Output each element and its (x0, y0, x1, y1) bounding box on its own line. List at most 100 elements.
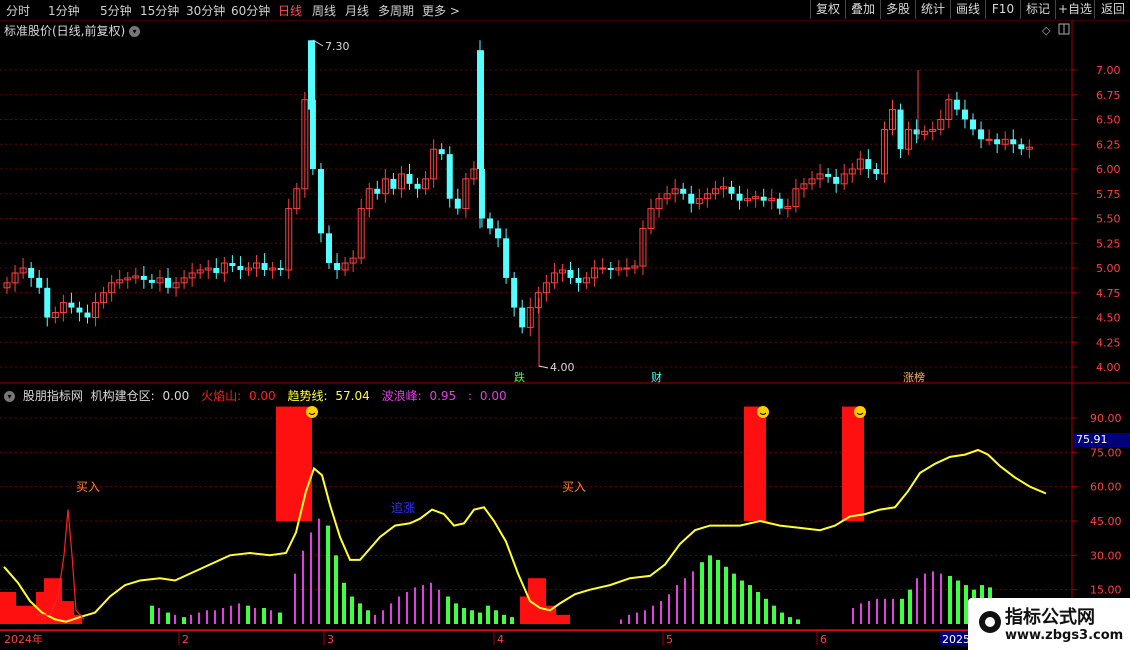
candle-body-down (776, 198, 783, 209)
indicator-value: 0.00 (248, 389, 276, 403)
candle-body-down (511, 277, 518, 308)
indicator-bar-magenta (916, 578, 918, 624)
indicator-bar-green (502, 614, 506, 624)
candle-body-down (36, 277, 43, 288)
indicator-bar-magenta (294, 573, 296, 624)
indicator-bar-green (150, 605, 154, 624)
indicator-item-extra: : 0.00 (468, 389, 511, 403)
indicator-bar-green (788, 617, 792, 624)
indicator-bar-magenta (660, 601, 662, 624)
price-chart[interactable]: 7.00 6.75 6.50 6.25 6.00 5.75 5.50 5.25 5.00 4.75… (0, 0, 1130, 650)
smiley-icon (306, 406, 318, 418)
fire-step-block (0, 591, 16, 624)
chevron-down-icon[interactable]: ▾ (4, 391, 15, 402)
indicator-y-tick-label: 45.00 (1090, 515, 1122, 528)
indicator-bar-magenta (692, 571, 694, 624)
indicator-value: 0.95 (429, 389, 457, 403)
candle-body-down (760, 196, 767, 201)
indicator-item-jigou: 机构建仓区: 0.00 (91, 389, 194, 403)
smiley-icon (757, 406, 769, 418)
event-marker: 跌 (514, 370, 525, 384)
fire-step-block (556, 614, 570, 624)
x-axis-label: 6 (820, 633, 827, 646)
indicator-bar-green (740, 580, 744, 624)
candle-body-down (390, 178, 397, 189)
indicator-bar-green (908, 589, 912, 624)
indicator-bar-magenta (684, 578, 686, 624)
indicator-label: 趋势线: (287, 389, 328, 403)
event-marker: 涨榜 (903, 370, 925, 384)
indicator-bar-magenta (158, 607, 160, 624)
indicator-bar-green (716, 559, 720, 624)
indicator-value: 0.00 (479, 389, 507, 403)
indicator-bar-green (796, 619, 800, 624)
candle-body-down (519, 307, 526, 328)
candle-body-down (865, 159, 872, 169)
candle-body-down (1018, 144, 1025, 150)
indicator-bar-magenta (190, 614, 192, 624)
indicator-bar-magenta (310, 532, 312, 624)
indicator-bar-magenta (406, 591, 408, 624)
indicator-bar-magenta (668, 594, 670, 624)
candle-body-down (229, 263, 236, 267)
indicator-bar-magenta (676, 585, 678, 624)
low-price-label: 4.00 (550, 361, 575, 374)
indicator-bar-green (732, 573, 736, 624)
indicator-item-huoyan: 火焰山: 0.00 (201, 389, 280, 403)
indicator-bar-green (494, 610, 498, 624)
candle-body-down (237, 266, 244, 270)
candle-body-down (487, 218, 493, 229)
candle-body-down (414, 183, 421, 189)
indicator-bar-magenta (636, 612, 638, 624)
indicator-y-tick-label: 60.00 (1090, 481, 1122, 494)
indicator-bar-green (358, 603, 362, 624)
candle-body-down (406, 173, 413, 184)
indicator-bar-green (366, 610, 370, 624)
indicator-bar-green (780, 612, 784, 624)
price-y-tick-label: 6.00 (1096, 163, 1121, 176)
candle-body-down (913, 129, 920, 135)
candle-body-down (994, 139, 1001, 145)
watermark-url: www.zbgs3.com (1005, 628, 1124, 643)
watermark-name: 指标公式网 (1005, 607, 1095, 628)
indicator-bar-green (262, 607, 266, 624)
candle-body-down (897, 109, 904, 150)
zbgs-logo-icon (979, 611, 1001, 633)
trend-line (3, 448, 1047, 623)
indicator-y-tick-label: 75.00 (1090, 446, 1122, 459)
indicator-name: 股朋指标网 (22, 389, 83, 403)
indicator-bar-magenta (198, 612, 200, 624)
indicator-bar-magenta (238, 603, 240, 624)
indicator-bar-green (454, 603, 458, 624)
candle-body-down (970, 119, 976, 130)
candle-body-down (438, 149, 445, 155)
price-y-tick-label: 5.25 (1096, 237, 1121, 250)
fire-block (276, 406, 312, 521)
indicator-bar-green (948, 575, 952, 624)
indicator-label: : (468, 389, 473, 403)
indicator-bar-magenta (414, 587, 416, 624)
indicator-bar-magenta (318, 518, 320, 624)
candle-body-down (326, 233, 332, 264)
price-y-tick-label: 6.75 (1096, 89, 1121, 102)
indicator-bar-green (510, 617, 514, 624)
candle-body-up (623, 267, 631, 270)
candle-body-up (985, 138, 993, 141)
diamond-icon[interactable]: ◇ (1042, 24, 1051, 37)
event-marker: 财 (651, 370, 662, 384)
indicator-bar-magenta (422, 585, 424, 624)
candle-body-down (953, 99, 960, 110)
indicator-bar-green (446, 596, 450, 624)
indicator-y-tick-label: 15.00 (1090, 584, 1122, 597)
indicator-bar-magenta (652, 605, 654, 624)
candle-body-down (148, 279, 155, 283)
indicator-bar-magenta (398, 596, 400, 624)
candle-body-down (261, 263, 268, 270)
candle-body-down (28, 268, 35, 278)
high-price-label: 7.30 (325, 40, 350, 53)
candle-body-down (277, 268, 284, 270)
candle-body-down (567, 269, 574, 278)
indicator-bar-green (326, 525, 330, 624)
indicator-bar-magenta (852, 607, 854, 624)
indicator-bar-magenta (438, 589, 440, 624)
